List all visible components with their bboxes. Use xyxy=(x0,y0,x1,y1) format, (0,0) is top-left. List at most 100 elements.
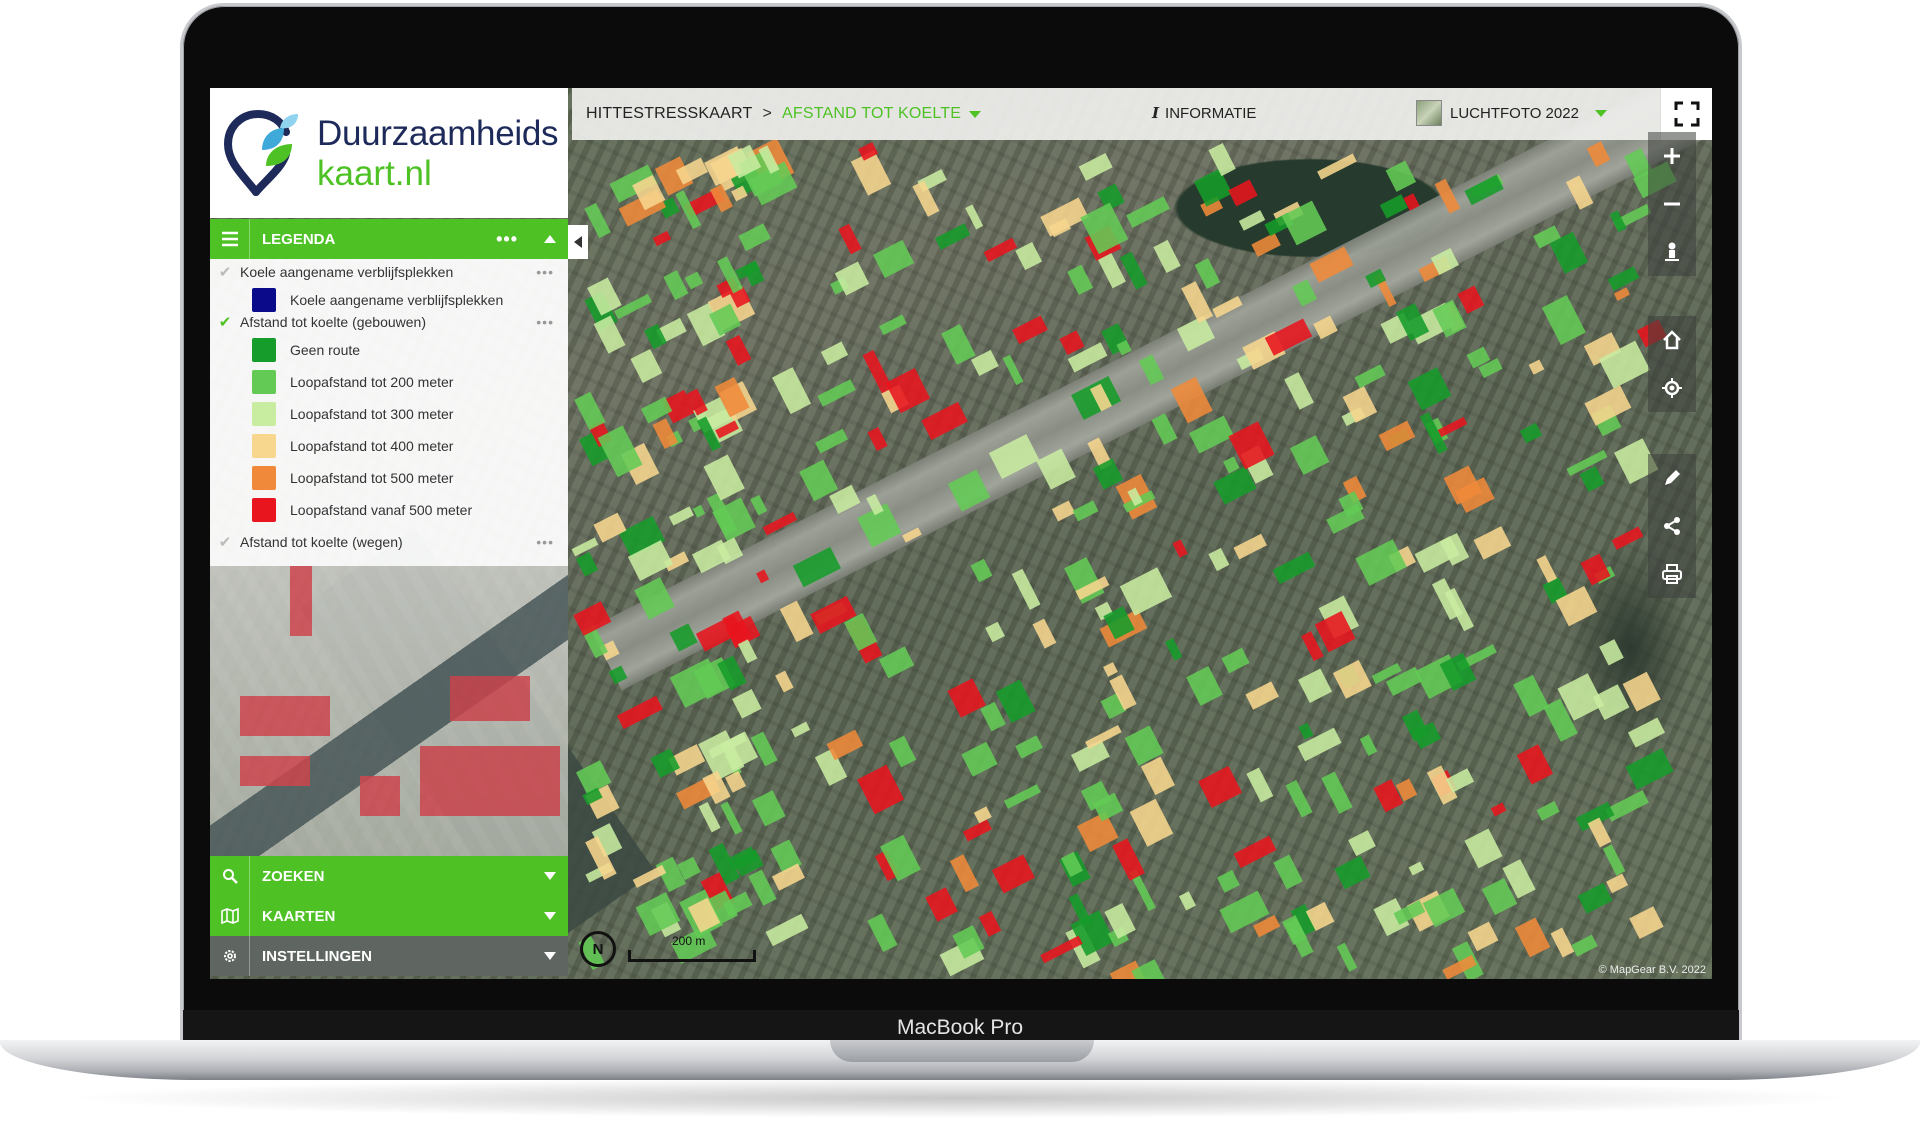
building xyxy=(573,391,606,431)
building xyxy=(1490,802,1507,817)
basemap-select[interactable]: LUCHTFOTO 2022 xyxy=(1416,100,1607,126)
panel-collapse-button[interactable] xyxy=(568,225,588,259)
building xyxy=(934,223,971,250)
building xyxy=(1333,659,1372,699)
more-options-icon[interactable]: ••• xyxy=(536,314,554,330)
building xyxy=(1606,873,1628,893)
chevron-up-icon[interactable] xyxy=(532,235,568,243)
building xyxy=(1588,817,1612,847)
more-options-icon[interactable]: ••• xyxy=(536,264,554,280)
building xyxy=(1514,917,1551,958)
building xyxy=(771,367,811,415)
home-button[interactable] xyxy=(1648,316,1696,364)
aerial-thumbnail-icon xyxy=(1416,100,1442,126)
building xyxy=(1067,264,1094,296)
legend-layer-row[interactable]: ✔ Koele aangename verblijfsplekken ••• xyxy=(210,259,568,285)
building xyxy=(1233,835,1277,869)
building xyxy=(1536,800,1560,821)
settings-panel-header[interactable]: INSTELLINGEN xyxy=(210,936,568,976)
share-button[interactable] xyxy=(1648,502,1696,550)
building xyxy=(1193,168,1233,208)
building xyxy=(1246,767,1273,803)
info-button[interactable]: i INFORMATIE xyxy=(1152,104,1256,122)
building xyxy=(1579,466,1605,492)
map-attribution: © MapGear B.V. 2022 xyxy=(1598,964,1706,976)
building xyxy=(1185,666,1223,707)
building xyxy=(1284,372,1314,410)
building xyxy=(1285,780,1314,819)
building xyxy=(616,695,663,730)
building xyxy=(1197,766,1242,809)
search-panel-header[interactable]: ZOEKEN xyxy=(210,856,568,896)
building xyxy=(978,910,1001,937)
building xyxy=(1627,717,1666,748)
building xyxy=(1407,367,1451,411)
legend-item-label: Loopafstand tot 300 meter xyxy=(290,406,454,422)
building xyxy=(1607,266,1640,291)
scale-label: 200 m xyxy=(672,934,706,948)
building xyxy=(1463,828,1502,868)
legend-layer-row[interactable]: ✔ Afstand tot koelte (gebouwen) ••• xyxy=(210,309,568,335)
info-icon: i xyxy=(1152,104,1160,122)
building xyxy=(1245,681,1279,710)
side-panel: Duurzaamheids kaart.nl LEGENDA ••• ✔ Koe… xyxy=(210,88,588,979)
zoom-out-button[interactable] xyxy=(1648,180,1696,228)
building xyxy=(817,379,856,407)
legend-layer-row[interactable]: ✔ Afstand tot koelte (wegen) ••• xyxy=(210,529,568,555)
building xyxy=(921,402,968,441)
building xyxy=(1437,417,1467,438)
building xyxy=(779,600,814,643)
building xyxy=(949,854,979,893)
building xyxy=(838,224,862,255)
building xyxy=(750,494,767,515)
street-view-button[interactable] xyxy=(1648,228,1696,276)
building xyxy=(360,776,400,816)
print-button[interactable] xyxy=(1648,550,1696,598)
map-under-panel xyxy=(210,566,568,856)
building xyxy=(630,348,663,383)
building xyxy=(1629,906,1665,940)
legend-header[interactable]: LEGENDA ••• xyxy=(210,219,568,259)
map-icon xyxy=(210,896,250,936)
more-options-icon[interactable]: ••• xyxy=(496,229,518,250)
north-arrow[interactable]: N xyxy=(580,931,616,967)
building xyxy=(1119,567,1173,616)
laptop-notch xyxy=(830,1040,1094,1062)
locate-button[interactable] xyxy=(1648,364,1696,412)
building xyxy=(290,566,312,636)
building xyxy=(1445,768,1474,793)
check-icon[interactable]: ✔ xyxy=(210,533,240,551)
breadcrumb-active-map[interactable]: AFSTAND TOT KOELTE xyxy=(782,105,982,123)
building xyxy=(1059,329,1085,355)
legend-swatch xyxy=(252,498,276,522)
building xyxy=(1317,152,1358,180)
building xyxy=(1002,354,1024,386)
building xyxy=(702,454,745,501)
check-icon[interactable]: ✔ xyxy=(210,263,240,281)
building xyxy=(851,149,892,196)
building xyxy=(1457,285,1485,314)
building xyxy=(1079,152,1113,181)
draw-button[interactable] xyxy=(1648,454,1696,502)
logo-text-line2: kaart.nl xyxy=(317,154,432,193)
building xyxy=(1251,232,1281,258)
building xyxy=(576,552,599,578)
more-options-icon[interactable]: ••• xyxy=(536,534,554,550)
maps-panel-header[interactable]: KAARTEN xyxy=(210,896,568,936)
search-icon xyxy=(210,856,250,896)
legend-item: Loopafstand tot 500 meter xyxy=(252,466,453,490)
building xyxy=(857,764,905,815)
zoom-in-button[interactable] xyxy=(1648,132,1696,180)
building xyxy=(1603,844,1626,876)
logo[interactable]: Duurzaamheids kaart.nl xyxy=(210,88,568,218)
legend-item-label: Koele aangename verblijfsplekken xyxy=(290,292,504,308)
locate-icon xyxy=(1662,378,1682,398)
chevron-down-icon xyxy=(532,912,568,920)
building xyxy=(1068,893,1092,927)
laptop-shadow xyxy=(60,1078,1860,1118)
chevron-down-icon xyxy=(532,952,568,960)
building xyxy=(867,913,898,952)
legend-swatch xyxy=(252,402,276,426)
breadcrumb-root[interactable]: HITTESTRESSKAART xyxy=(586,105,753,123)
check-icon[interactable]: ✔ xyxy=(210,313,240,331)
